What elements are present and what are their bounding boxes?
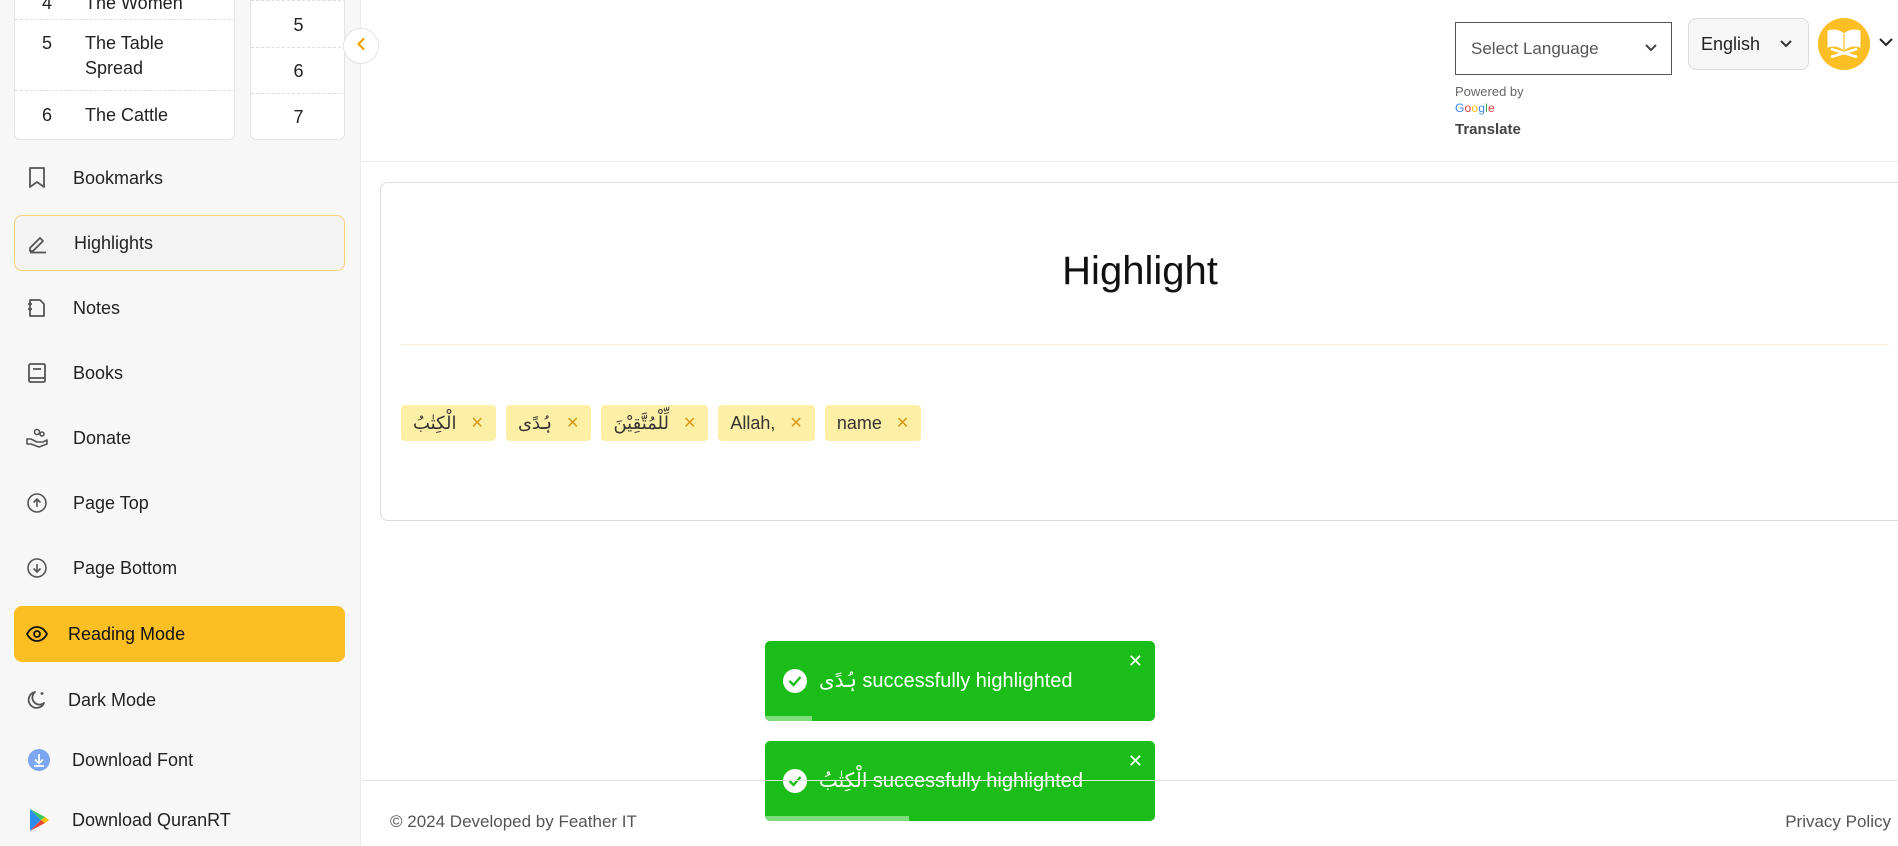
- sidebar-item-label: Donate: [73, 427, 132, 448]
- book-icon: [24, 360, 50, 386]
- toast-message: ہُدًی successfully highlighted: [819, 670, 1073, 692]
- ayah-item[interactable]: 6: [251, 48, 344, 94]
- reading-mode-button[interactable]: Reading Mode: [14, 606, 345, 662]
- sidebar-item-page-top[interactable]: Page Top: [14, 475, 345, 531]
- toast-progress-bar: [765, 816, 910, 821]
- highlight-tag-text: الْكِتٰبُ: [413, 412, 457, 433]
- powered-by-label: Powered by: [1455, 84, 1524, 99]
- download-icon: [26, 747, 52, 773]
- eye-icon: [24, 621, 50, 647]
- arrow-up-circle-icon: [24, 490, 50, 516]
- highlight-tag[interactable]: ہُدًی ✕: [505, 405, 592, 441]
- ayah-list[interactable]: 5 6 7: [250, 0, 345, 140]
- highlight-tag-list: الْكِتٰبُ ✕ ہُدًی ✕ لِّلْمُتَّقِیْنَ ✕ A…: [401, 405, 922, 441]
- footer-divider: [362, 780, 1898, 781]
- note-icon: [24, 295, 50, 321]
- highlight-tag[interactable]: لِّلْمُتَّقِیْنَ ✕: [601, 405, 709, 441]
- close-icon[interactable]: ✕: [896, 413, 909, 433]
- sidebar-item-label: Bookmarks: [73, 167, 164, 188]
- highlight-tag-text: لِّلْمُتَّقِیْنَ: [613, 412, 669, 433]
- sidebar-item-notes[interactable]: Notes: [14, 280, 345, 336]
- download-quranrt-link[interactable]: Download QuranRT: [14, 792, 345, 846]
- ayah-item[interactable]: 7: [251, 94, 344, 139]
- surah-item[interactable]: 4 The Women: [15, 0, 234, 20]
- highlight-tag[interactable]: الْكِتٰبُ ✕: [401, 405, 496, 441]
- sidebar-item-label: Reading Mode: [68, 623, 186, 644]
- highlight-tag[interactable]: name ✕: [824, 405, 922, 441]
- privacy-policy-link[interactable]: Privacy Policy: [1785, 812, 1891, 832]
- translate-link[interactable]: Translate: [1455, 121, 1521, 138]
- page-title: Highlight: [1062, 249, 1218, 293]
- success-toast: الْكِتٰبُ successfully highlighted ✕: [765, 741, 1155, 821]
- close-icon[interactable]: ✕: [566, 413, 579, 433]
- surah-item[interactable]: 5 The Table Spread: [15, 21, 234, 91]
- download-font-link[interactable]: Download Font: [14, 732, 345, 788]
- sidebar-item-label: Books: [73, 362, 124, 383]
- toast-progress-bar: [765, 716, 812, 721]
- play-store-icon: [26, 807, 52, 833]
- highlight-tag-text: name: [836, 412, 882, 433]
- collapse-sidebar-button[interactable]: [343, 28, 379, 64]
- sidebar-item-label: Page Top: [73, 492, 149, 513]
- bookmark-icon: [24, 165, 50, 191]
- highlight-tag-text: Allah,: [730, 412, 776, 433]
- chevron-left-icon: [355, 37, 367, 56]
- google-logo: Google: [1455, 101, 1495, 115]
- sidebar-item-label: Download Font: [72, 749, 194, 770]
- moon-icon: [24, 687, 50, 713]
- surah-number: 6: [41, 105, 52, 125]
- sidebar-item-highlights[interactable]: Highlights: [14, 215, 345, 271]
- dark-mode-toggle[interactable]: Dark Mode: [14, 672, 345, 728]
- surah-name: The Table Spread: [85, 33, 164, 78]
- chevron-down-icon[interactable]: [1878, 34, 1894, 55]
- sidebar-item-bookmarks[interactable]: Bookmarks: [14, 150, 345, 206]
- close-icon[interactable]: ✕: [1128, 651, 1143, 672]
- sidebar-item-donate[interactable]: Donate: [14, 410, 345, 466]
- surah-number: 4: [41, 0, 52, 13]
- ayah-divider: [251, 0, 344, 1]
- highlight-tag[interactable]: Allah, ✕: [718, 405, 815, 441]
- sidebar-item-page-bottom[interactable]: Page Bottom: [14, 540, 345, 596]
- copyright-text: © 2024 Developed by Feather IT: [390, 812, 637, 831]
- open-quran-icon: [1825, 25, 1863, 64]
- arrow-down-circle-icon: [24, 555, 50, 581]
- surah-name: The Women: [85, 0, 183, 13]
- sidebar-item-label: Highlights: [74, 232, 154, 253]
- sidebar-item-label: Notes: [73, 297, 121, 318]
- check-icon: [783, 769, 807, 793]
- top-header: Select Language Powered by Google Transl…: [362, 0, 1898, 162]
- donate-icon: [24, 425, 50, 451]
- surah-list[interactable]: 4 The Women 5 The Table Spread 6 The Cat…: [14, 0, 235, 140]
- success-toast: ہُدًی successfully highlighted ✕: [765, 641, 1155, 721]
- divider: [401, 344, 1889, 345]
- sidebar-item-label: Dark Mode: [68, 689, 157, 710]
- language-label: English: [1701, 33, 1761, 54]
- check-icon: [783, 669, 807, 693]
- select-language-dropdown[interactable]: Select Language: [1455, 22, 1672, 75]
- sidebar-item-label: Download QuranRT: [72, 809, 231, 830]
- close-icon[interactable]: ✕: [683, 413, 696, 433]
- chevron-down-icon: [1643, 39, 1659, 60]
- language-dropdown[interactable]: English: [1688, 18, 1809, 70]
- chevron-down-icon: [1778, 35, 1794, 56]
- ayah-item[interactable]: 5: [251, 2, 344, 48]
- close-icon[interactable]: ✕: [471, 413, 484, 433]
- sidebar-item-label: Page Bottom: [73, 557, 178, 578]
- surah-name: The Cattle: [85, 105, 169, 125]
- highlight-card: Highlight الْكِتٰبُ ✕ ہُدًی ✕ لِّلْمُتَّ…: [380, 182, 1898, 521]
- select-language-label: Select Language: [1471, 38, 1599, 58]
- highlight-tag-text: ہُدًی: [517, 412, 553, 433]
- sidebar-item-books[interactable]: Books: [14, 345, 345, 401]
- close-icon[interactable]: ✕: [789, 413, 802, 433]
- surah-item[interactable]: 6 The Cattle: [15, 93, 234, 139]
- close-icon[interactable]: ✕: [1128, 751, 1143, 772]
- pencil-icon: [25, 230, 51, 256]
- sidebar: 4 The Women 5 The Table Spread 6 The Cat…: [0, 0, 361, 846]
- surah-number: 5: [41, 33, 52, 53]
- avatar[interactable]: [1818, 18, 1870, 70]
